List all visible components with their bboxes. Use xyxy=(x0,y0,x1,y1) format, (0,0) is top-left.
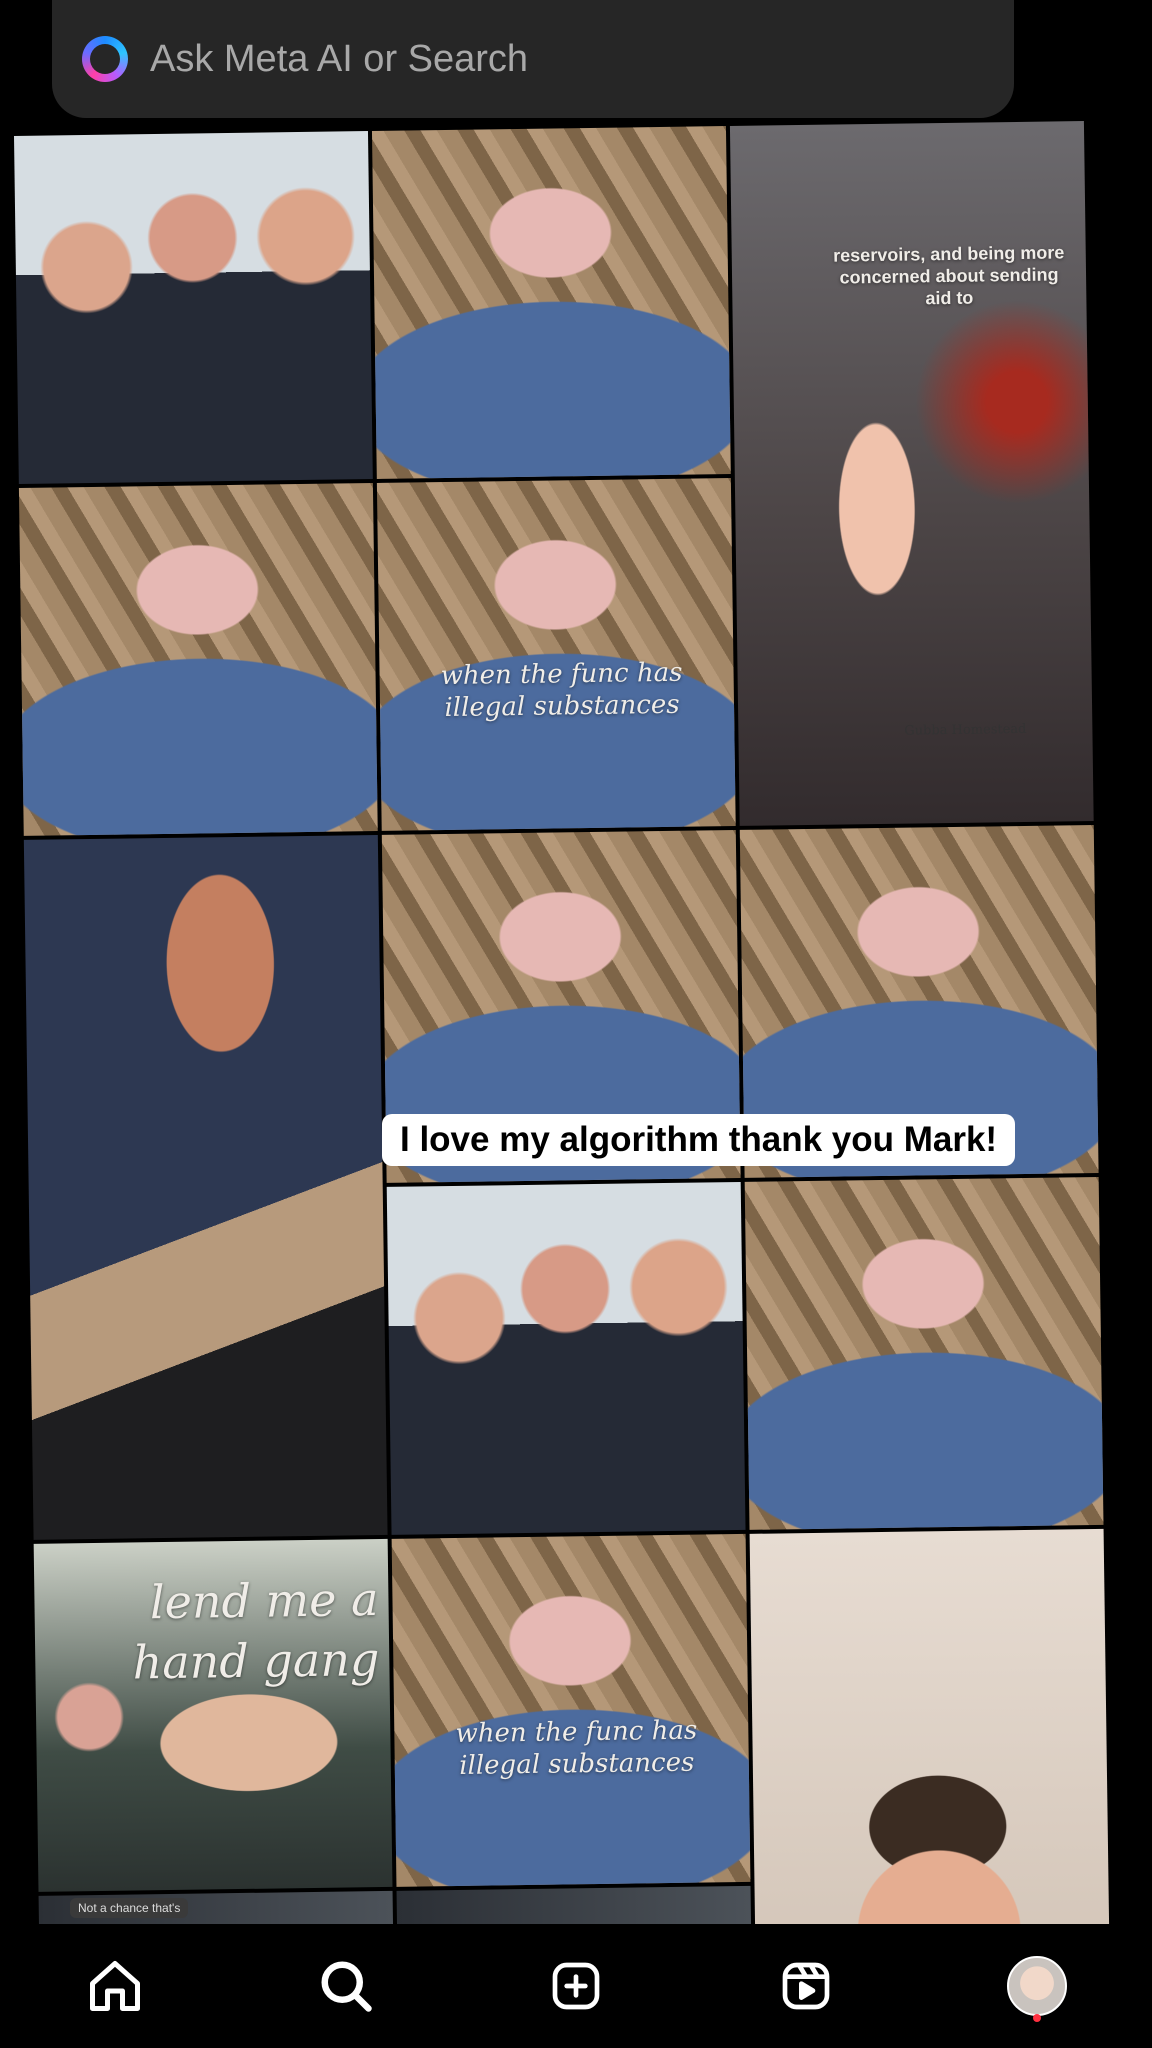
search-placeholder: Ask Meta AI or Search xyxy=(150,37,529,80)
overlay-caption: I love my algorithm thank you Mark! xyxy=(382,1114,1016,1166)
nav-reels[interactable] xyxy=(766,1946,846,2026)
meta-ai-icon xyxy=(82,36,128,82)
strip-caption: Not a chance that's xyxy=(70,1898,189,1918)
nav-search[interactable] xyxy=(306,1946,386,2026)
grid-post[interactable] xyxy=(14,131,373,484)
grid-post[interactable]: when the func has illegal substances xyxy=(376,478,736,831)
grid-post[interactable]: lend me a hand gang xyxy=(33,1538,393,1892)
reels-icon xyxy=(783,1962,830,2010)
post-caption: when the func has illegal substances xyxy=(440,657,683,724)
nav-home[interactable] xyxy=(75,1946,155,2026)
notification-dot xyxy=(1032,2014,1041,2022)
reel-caption: reservoirs, and being more concerned abo… xyxy=(833,242,1065,309)
watermark: Gubba Homestead xyxy=(904,721,1027,739)
grid-post[interactable]: when the func has illegal substances xyxy=(391,1533,751,1887)
home-icon xyxy=(90,1961,141,2011)
profile-avatar xyxy=(1006,1956,1067,2016)
nav-create[interactable] xyxy=(536,1946,616,2026)
post-caption: lend me a hand gang xyxy=(132,1572,380,1690)
explore-grid: reservoirs, and being more concerned abo… xyxy=(14,121,1110,1966)
grid-reel[interactable]: reservoirs, and being more concerned abo… xyxy=(729,121,1094,826)
grid-post[interactable] xyxy=(371,126,731,479)
post-caption: when the func has illegal substances xyxy=(455,1715,698,1781)
nav-profile[interactable] xyxy=(997,1946,1077,2026)
grid-post[interactable] xyxy=(386,1181,746,1535)
grid-post[interactable] xyxy=(23,834,388,1540)
create-icon xyxy=(552,1962,600,2010)
bottom-nav xyxy=(0,1924,1152,2048)
grid-post[interactable] xyxy=(744,1176,1104,1530)
search-bar[interactable]: Ask Meta AI or Search xyxy=(52,0,1014,118)
grid-reel[interactable] xyxy=(749,1528,1110,1956)
grid-post[interactable] xyxy=(18,483,378,836)
search-icon xyxy=(321,1961,372,2012)
